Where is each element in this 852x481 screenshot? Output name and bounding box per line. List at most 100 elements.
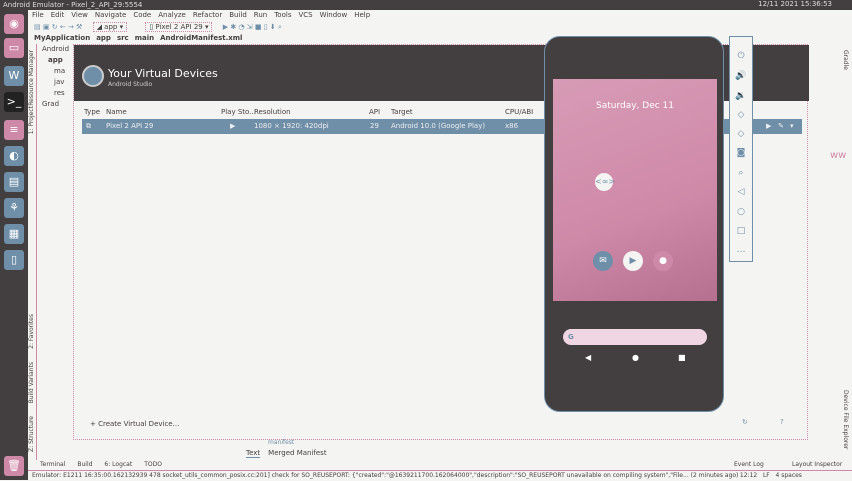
back-icon[interactable]: ◁ [730, 187, 752, 197]
tab-todo[interactable]: TODO [144, 461, 162, 468]
menu-build[interactable]: Build [229, 11, 247, 19]
tab-terminal[interactable]: Terminal [40, 461, 65, 468]
avd-manager-icon[interactable]: ▯ [264, 23, 268, 31]
tab-merged-manifest[interactable]: Merged Manifest [268, 449, 326, 457]
debug-icon[interactable]: ✱ [230, 23, 236, 31]
back-icon[interactable]: ← [60, 23, 66, 31]
chrome-icon[interactable]: ● [653, 251, 673, 271]
video-icon[interactable]: ▦ [4, 224, 24, 244]
col-api[interactable]: API [369, 106, 380, 118]
play-store-icon[interactable]: ▶ [623, 251, 643, 271]
menu-tools[interactable]: Tools [274, 11, 291, 19]
create-virtual-device-button[interactable]: + Create Virtual Device... [90, 420, 179, 428]
attach-icon[interactable]: ⇲ [247, 23, 253, 31]
google-search-bar[interactable]: G [563, 329, 707, 345]
crumb-main[interactable]: main [135, 34, 154, 42]
tab-structure[interactable]: Z: Structure [28, 416, 35, 452]
sdk-manager-icon[interactable]: ⬇ [270, 23, 276, 31]
tree-item[interactable]: app [42, 55, 74, 66]
edit-icon[interactable]: ✎ [778, 119, 784, 134]
col-resolution[interactable]: Resolution [254, 106, 291, 118]
sync-icon[interactable]: ↻ [52, 23, 58, 31]
menu-window[interactable]: Window [320, 11, 348, 19]
indent-setting[interactable]: 4 spaces [775, 472, 801, 479]
more-icon[interactable]: ▾ [790, 119, 794, 134]
tree-item[interactable]: Grad [42, 99, 74, 110]
files-icon[interactable]: ▭ [4, 38, 24, 58]
save-icon[interactable]: ▣ [43, 23, 50, 31]
crumb-file[interactable]: AndroidManifest.xml [160, 34, 242, 42]
tree-item[interactable]: jav [42, 77, 74, 88]
zoom-icon[interactable]: ⌕ [730, 168, 752, 178]
line-separator[interactable]: LF [763, 472, 770, 479]
more-options-icon[interactable]: … [730, 245, 752, 255]
menu-run[interactable]: Run [254, 11, 267, 19]
forward-icon[interactable]: → [68, 23, 74, 31]
col-type[interactable]: Type [84, 106, 100, 118]
tab-build-variants[interactable]: Build Variants [28, 362, 35, 403]
tab-gradle[interactable]: Gradle [842, 50, 849, 70]
phone-icon[interactable]: ▯ [4, 250, 24, 270]
nav-home-icon[interactable]: ● [632, 353, 639, 362]
crumb-src[interactable]: src [117, 34, 129, 42]
menu-refactor[interactable]: Refactor [193, 11, 222, 19]
tab-event-log[interactable]: Event Log [734, 460, 764, 470]
trash-icon[interactable]: 🗑 [4, 456, 24, 476]
nav-recents-icon[interactable]: ■ [678, 353, 686, 362]
menu-navigate[interactable]: Navigate [95, 11, 126, 19]
volume-down-icon[interactable]: 🔉 [730, 91, 752, 101]
terminal-icon[interactable]: >_ [4, 92, 24, 112]
tab-project[interactable]: 1: Project [28, 106, 35, 134]
menu-vcs[interactable]: VCS [298, 11, 312, 19]
crumb-app[interactable]: app [96, 34, 111, 42]
rotate-right-icon[interactable]: ◇ [730, 129, 752, 139]
profile-icon[interactable]: ◔ [238, 23, 244, 31]
open-icon[interactable]: ▤ [34, 23, 41, 31]
crumb-project[interactable]: MyApplication [34, 34, 90, 42]
writer-icon[interactable]: W [4, 66, 24, 86]
volume-up-icon[interactable]: 🔊 [730, 71, 752, 81]
tab-logcat[interactable]: 6: Logcat [104, 461, 132, 468]
date-widget[interactable]: Saturday, Dec 11 [553, 101, 717, 111]
device-select[interactable]: ▯ Pixel 2 API 29 ▾ [145, 22, 213, 32]
menu-help[interactable]: Help [354, 11, 370, 19]
col-playstore[interactable]: Play Sto... [221, 106, 256, 118]
messages-app-icon[interactable]: ✉ [593, 251, 613, 271]
tree-item[interactable]: ma [42, 66, 74, 77]
menu-analyze[interactable]: Analyze [158, 11, 186, 19]
stop-icon[interactable]: ■ [255, 23, 262, 31]
col-name[interactable]: Name [106, 106, 127, 118]
tab-layout-inspector[interactable]: Layout Inspector [792, 460, 842, 470]
menu-view[interactable]: View [71, 11, 88, 19]
rotate-left-icon[interactable]: ◇ [730, 110, 752, 120]
avd-icon[interactable]: ⚘ [4, 198, 24, 218]
tab-resource-manager[interactable]: Resource Manager [28, 50, 35, 106]
build-icon[interactable]: ⚒ [76, 23, 82, 31]
home-icon[interactable]: ○ [730, 207, 752, 217]
camera-icon[interactable]: ◙ [730, 148, 752, 158]
ubuntu-icon[interactable]: ◉ [4, 14, 24, 34]
col-target[interactable]: Target [391, 106, 413, 118]
run-config-select[interactable]: ◢ app ▾ [92, 22, 128, 32]
tab-build[interactable]: Build [77, 461, 92, 468]
menu-code[interactable]: Code [133, 11, 151, 19]
tab-favorites[interactable]: 2: Favorites [28, 314, 35, 349]
col-cpu[interactable]: CPU/ABI [505, 106, 533, 118]
power-icon[interactable]: ⏻ [730, 51, 752, 61]
refresh-icon[interactable]: ↻ [742, 418, 748, 426]
launch-icon[interactable]: ▶ [766, 119, 771, 134]
studio-icon[interactable]: ◐ [4, 146, 24, 166]
caret-position[interactable]: 12:12 [740, 472, 757, 479]
monitor-icon[interactable]: ▤ [4, 172, 24, 192]
help-icon[interactable]: ? [780, 418, 784, 426]
search-icon[interactable]: ⌕ [278, 23, 282, 31]
assistant-icon[interactable]: <∞> [595, 173, 615, 191]
run-icon[interactable]: ▶ [223, 23, 228, 31]
tab-text[interactable]: Text [246, 449, 261, 458]
menu-file[interactable]: File [32, 11, 44, 19]
nav-back-icon[interactable]: ◀ [585, 353, 591, 362]
app-icon[interactable]: ≡ [4, 120, 24, 140]
overview-icon[interactable]: □ [730, 226, 752, 236]
menu-edit[interactable]: Edit [51, 11, 65, 19]
tab-device-file-explorer[interactable]: Device File Explorer [842, 390, 849, 449]
